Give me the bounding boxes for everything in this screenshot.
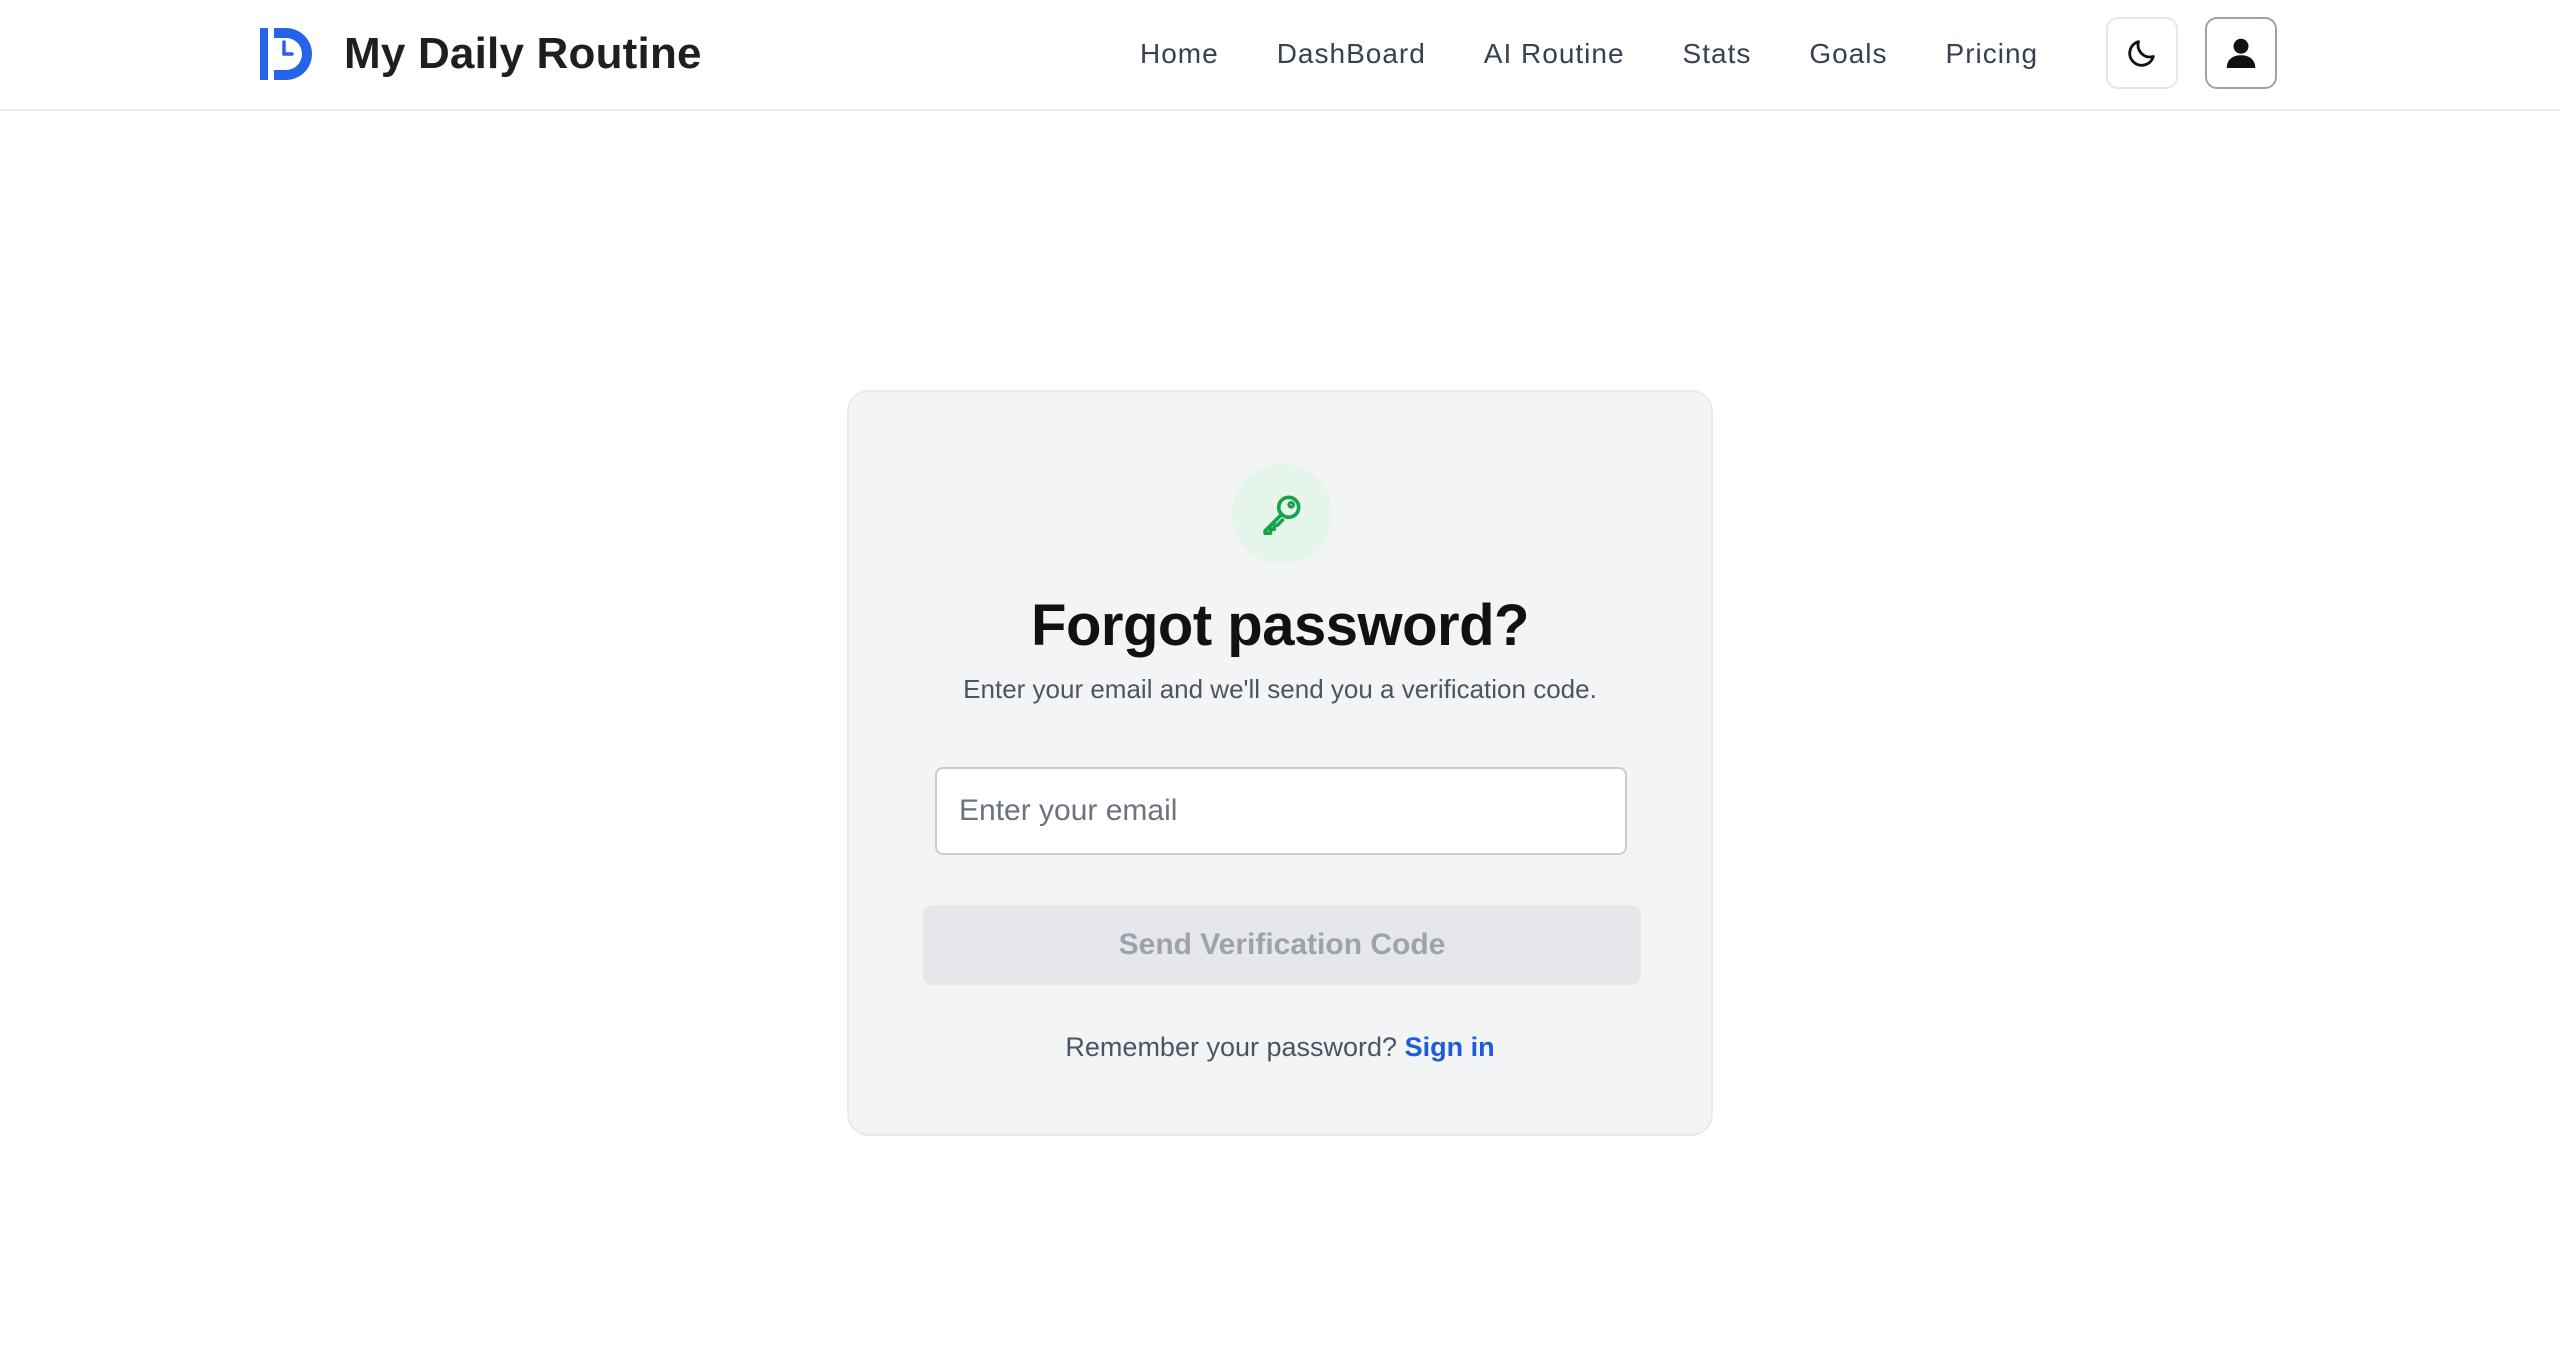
send-verification-code-button[interactable]: Send Verification Code (923, 905, 1641, 985)
brand-logo-link[interactable]: My Daily Routine (258, 22, 702, 86)
user-icon (2226, 38, 2256, 68)
nav-ai-routine-link[interactable]: AI Routine (1484, 38, 1625, 70)
page-subtitle: Enter your email and we'll send you a ve… (963, 674, 1597, 704)
nav-goals-link[interactable]: Goals (1809, 38, 1887, 70)
forgot-password-card: Forgot password? Enter your email and we… (847, 390, 1713, 1136)
brand-name: My Daily Routine (344, 29, 702, 78)
main-nav: Home DashBoard AI Routine Stats Goals Pr… (1140, 28, 2038, 80)
remember-password-text: Remember your password? (1065, 1032, 1398, 1062)
key-icon-badge (1232, 464, 1332, 564)
theme-toggle-button[interactable] (2106, 17, 2178, 89)
signin-prompt: Remember your password? Sign in (849, 1032, 1711, 1063)
email-input[interactable] (935, 767, 1627, 855)
key-icon (1263, 495, 1301, 535)
user-menu-button[interactable] (2205, 17, 2277, 89)
page-title: Forgot password? (1031, 593, 1529, 658)
nav-stats-link[interactable]: Stats (1683, 38, 1752, 70)
nav-home-link[interactable]: Home (1140, 38, 1219, 70)
moon-icon (2128, 40, 2155, 67)
sign-in-link[interactable]: Sign in (1405, 1032, 1495, 1062)
clock-d-logo-icon (260, 28, 312, 80)
nav-pricing-link[interactable]: Pricing (1946, 38, 2039, 70)
top-navbar: My Daily Routine Home DashBoard AI Routi… (0, 0, 2560, 111)
nav-dashboard-link[interactable]: DashBoard (1277, 38, 1426, 70)
